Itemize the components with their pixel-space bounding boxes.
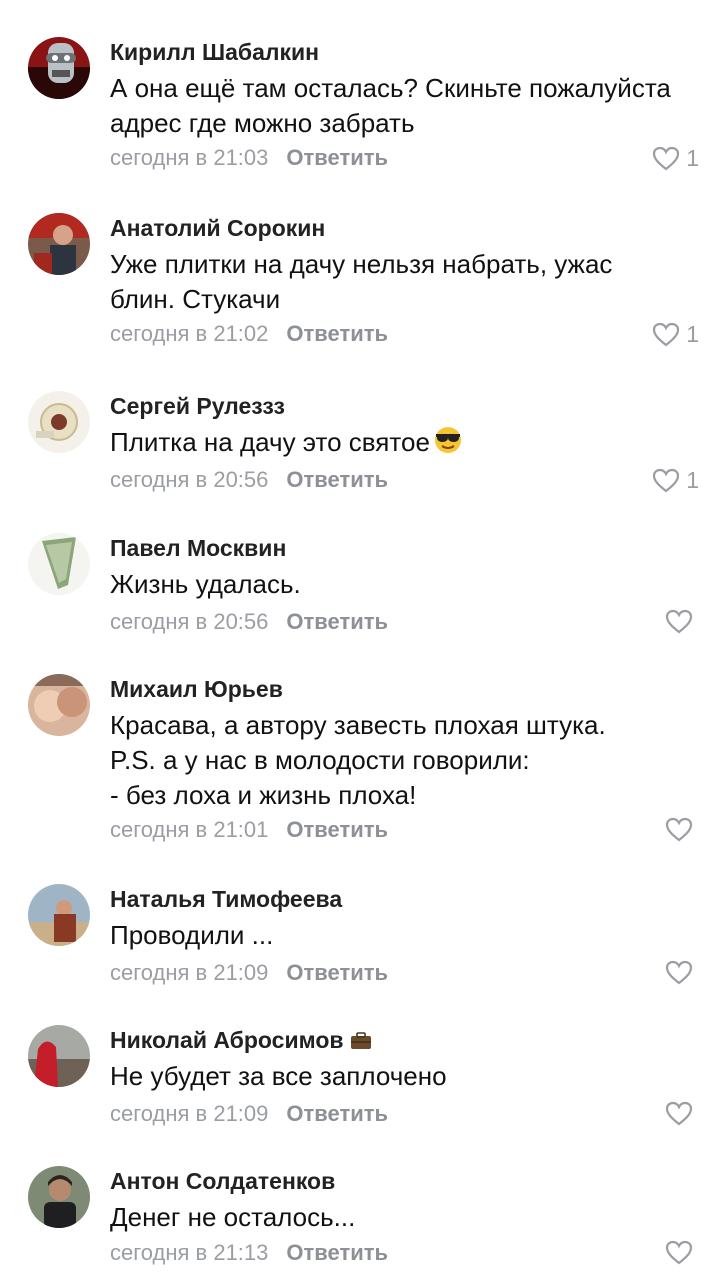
heart-outline-icon xyxy=(653,468,680,493)
reply-button[interactable]: Ответить xyxy=(286,321,388,346)
like-button[interactable] xyxy=(665,1101,699,1126)
author-name[interactable]: Михаил Юрьев xyxy=(110,676,283,703)
reply-button[interactable]: Ответить xyxy=(286,1240,388,1265)
avatar[interactable] xyxy=(28,213,90,275)
avatar[interactable] xyxy=(28,391,90,453)
heart-outline-icon xyxy=(665,1240,693,1265)
timestamp: сегодня в 20:56 xyxy=(110,467,269,492)
like-button[interactable]: 1 xyxy=(652,321,699,348)
comment-meta: сегодня в 21:02 Ответить xyxy=(110,321,388,347)
heart-outline-icon xyxy=(665,609,693,634)
comment-text: Денег не осталось... xyxy=(110,1200,710,1235)
reply-button[interactable]: Ответить xyxy=(286,145,388,170)
comment-text: Уже плитки на дачу нельзя набрать, ужас … xyxy=(110,247,710,317)
like-button[interactable] xyxy=(665,609,699,634)
comment-line: Плитка на дачу это святое xyxy=(110,425,710,464)
like-button[interactable] xyxy=(665,817,699,842)
comment-line: Уже плитки на дачу нельзя набрать, ужас xyxy=(110,249,613,279)
timestamp: сегодня в 20:56 xyxy=(110,609,269,634)
comment-text: Жизнь удалась. xyxy=(110,567,710,602)
heart-outline-icon xyxy=(665,817,693,842)
comment-line: Денег не осталось... xyxy=(110,1202,356,1232)
avatar[interactable] xyxy=(28,1025,90,1087)
comment-meta: сегодня в 21:13 Ответить xyxy=(110,1240,388,1266)
heart-outline-icon xyxy=(653,146,680,171)
comment-meta: сегодня в 20:56 Ответить xyxy=(110,609,388,635)
comment-meta: сегодня в 20:56 Ответить xyxy=(110,467,388,493)
author-name[interactable]: Павел Москвин xyxy=(110,535,286,562)
comment-text: Проводили ... xyxy=(110,918,710,953)
comment-text: Красава, а автору завесть плохая штука. … xyxy=(110,708,710,813)
comment-line: Не убудет за все заплочено xyxy=(110,1061,447,1091)
timestamp: сегодня в 21:03 xyxy=(110,145,269,170)
like-count: 1 xyxy=(686,321,699,347)
timestamp: сегодня в 21:09 xyxy=(110,960,269,985)
timestamp: сегодня в 21:02 xyxy=(110,321,269,346)
reply-button[interactable]: Ответить xyxy=(286,1101,388,1126)
comment-line: P.S. а у нас в молодости говорили: xyxy=(110,745,530,775)
comment-line: Проводили ... xyxy=(110,920,274,950)
author-name[interactable]: Антон Солдатенков xyxy=(110,1168,335,1195)
author-name-link[interactable]: Николай Абросимов xyxy=(110,1027,344,1053)
like-button[interactable] xyxy=(665,1240,699,1265)
briefcase-icon xyxy=(350,1029,372,1056)
timestamp: сегодня в 21:13 xyxy=(110,1240,269,1265)
avatar[interactable] xyxy=(28,1166,90,1228)
comment-meta: сегодня в 21:01 Ответить xyxy=(110,817,388,843)
avatar[interactable] xyxy=(28,533,90,595)
reply-button[interactable]: Ответить xyxy=(286,817,388,842)
comment-line: Жизнь удалась. xyxy=(110,569,301,599)
author-name[interactable]: Анатолий Сорокин xyxy=(110,215,325,242)
comment-line: А она ещё там осталась? Скиньте пожалуйс… xyxy=(110,73,671,103)
like-button[interactable] xyxy=(665,960,699,985)
comment-text: А она ещё там осталась? Скиньте пожалуйс… xyxy=(110,71,710,141)
like-button[interactable]: 1 xyxy=(652,467,699,494)
comment-line: Красава, а автору завесть плохая штука. xyxy=(110,710,606,740)
reply-button[interactable]: Ответить xyxy=(286,467,388,492)
comment-meta: сегодня в 21:09 Ответить xyxy=(110,1101,388,1127)
author-name: Николай Абросимов xyxy=(110,1027,372,1056)
like-button[interactable]: 1 xyxy=(652,145,699,172)
sunglasses-emoji-icon xyxy=(432,425,464,464)
reply-button[interactable]: Ответить xyxy=(286,609,388,634)
avatar[interactable] xyxy=(28,37,90,99)
comment-text: Плитка на дачу это святое xyxy=(110,425,710,464)
author-name[interactable]: Кирилл Шабалкин xyxy=(110,39,319,66)
timestamp: сегодня в 21:01 xyxy=(110,817,269,842)
author-name[interactable]: Сергей Рулеззз xyxy=(110,393,285,420)
comment-line: - без лоха и жизнь плоха! xyxy=(110,780,417,810)
heart-outline-icon xyxy=(665,960,693,985)
reply-button[interactable]: Ответить xyxy=(286,960,388,985)
heart-outline-icon xyxy=(665,1101,693,1126)
like-count: 1 xyxy=(686,467,699,493)
comment-line: адрес где можно забрать xyxy=(110,108,415,138)
comment-line: блин. Стукачи xyxy=(110,284,281,314)
like-count: 1 xyxy=(686,145,699,171)
avatar[interactable] xyxy=(28,674,90,736)
heart-outline-icon xyxy=(653,322,680,347)
comment-text: Не убудет за все заплочено xyxy=(110,1059,710,1094)
comment-meta: сегодня в 21:09 Ответить xyxy=(110,960,388,986)
avatar[interactable] xyxy=(28,884,90,946)
timestamp: сегодня в 21:09 xyxy=(110,1101,269,1126)
comment-meta: сегодня в 21:03 Ответить xyxy=(110,145,388,171)
author-name[interactable]: Наталья Тимофеева xyxy=(110,886,342,913)
